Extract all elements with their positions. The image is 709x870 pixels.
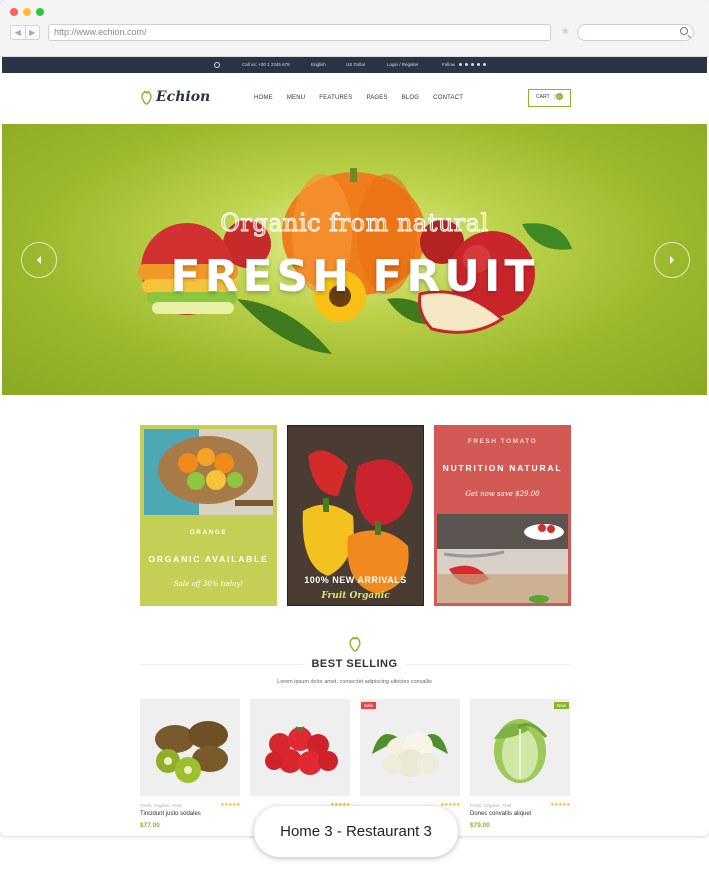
banner-small-text: FRESH TOMATO (467, 438, 538, 445)
banner-heading: NUTRITION NATURAL (442, 463, 563, 473)
banner-heading: ORGANIC AVAILABLE (148, 554, 269, 564)
product-card[interactable]: Sale ★★★★★ (360, 699, 460, 808)
promo-banner-tomato[interactable]: FRESH TOMATO NUTRITION NATURAL Get now s… (434, 425, 571, 606)
hero-slider: Organic from natural FRESH FRUIT (2, 124, 707, 395)
hero-title: FRESH FRUIT (170, 251, 539, 302)
banner-offer-text: Fruit Organic (321, 591, 390, 601)
sale-badge: Sale (361, 702, 377, 709)
strawberry-logo-icon (141, 90, 152, 105)
browser-search-input[interactable] (577, 24, 694, 41)
twitter-icon[interactable] (465, 63, 469, 66)
hero-next-button[interactable] (654, 242, 690, 278)
kiwi-image (155, 721, 228, 783)
best-selling-subtitle: Lorem ipsum dolor amet, consectet adipis… (277, 679, 432, 685)
logo-text: Echion (156, 89, 211, 105)
product-name[interactable]: Donec convallis aliquet (470, 811, 531, 817)
browser-nav-buttons: ◀ ▶ (10, 25, 40, 40)
search-icon (680, 27, 688, 35)
product-price: $77.00 (140, 822, 160, 829)
menu-item-menu[interactable]: MENU (287, 95, 305, 101)
rating-stars-icon: ★★★★★ (220, 802, 240, 808)
product-card[interactable]: ★★★★★ (250, 699, 350, 808)
demo-caption-label: Home 3 - Restaurant 3 (254, 806, 458, 857)
cart-count-badge: 0 (556, 93, 563, 100)
cauliflower-image (372, 732, 448, 777)
chevron-right-icon (670, 256, 674, 264)
minimize-window-button[interactable] (23, 8, 31, 16)
banner-offer-text: Get now save $29.00 (465, 490, 540, 498)
url-bar[interactable]: http://www.echion.com/ (48, 24, 551, 41)
top-info-bar: Call us: +00 1 2345 678 English US Dolla… (2, 57, 707, 73)
promo-banner-new-arrivals[interactable]: 100% NEW ARRIVALS Fruit Organic (287, 425, 424, 606)
chevron-left-icon (37, 256, 41, 264)
banner-heading: 100% NEW ARRIVALS (304, 575, 407, 585)
cart-button[interactable]: CART 🛒 0 (528, 89, 571, 107)
best-selling-title-text: BEST SELLING (303, 658, 406, 670)
product-image-kiwi[interactable] (140, 699, 240, 796)
hero-prev-button[interactable] (21, 242, 57, 278)
product-price: $79.00 (470, 822, 490, 829)
cart-label: CART (536, 94, 550, 100)
pinterest-icon[interactable] (477, 63, 481, 66)
main-menu: HOME MENU FEATURES PAGES BLOG CONTACT (254, 95, 463, 101)
instagram-icon[interactable] (483, 63, 487, 66)
follow-text: Follow (442, 62, 456, 67)
close-window-button[interactable] (10, 8, 18, 16)
bookmark-star-icon[interactable]: ★ (561, 26, 570, 37)
banner-small-text: ORANGE (189, 529, 228, 536)
hero-subtitle: Organic from natural (220, 209, 489, 238)
follow-label: Follow (442, 57, 487, 73)
site-logo[interactable]: Echion (140, 89, 210, 105)
menu-item-contact[interactable]: CONTACT (433, 95, 463, 101)
site-header: Echion HOME MENU FEATURES PAGES BLOG CON… (2, 73, 707, 124)
tomato-kitchen-image (437, 514, 568, 603)
forward-arrow-icon[interactable]: ▶ (24, 26, 40, 39)
product-card[interactable]: Fresh, Organic, Fruit ★★★★★ Tincidunt ju… (140, 699, 240, 829)
product-image-cauliflower[interactable]: Sale (360, 699, 460, 796)
browser-chrome: ◀ ▶ http://www.echion.com/ ★ (0, 0, 709, 57)
product-name[interactable]: Tincidunt justo sodales (140, 811, 201, 817)
product-image-cabbage[interactable]: New (470, 699, 570, 796)
orange-basket-image (144, 429, 273, 515)
currency-selector[interactable]: US Dollar (346, 57, 365, 73)
cabbage-image (494, 719, 548, 783)
search-icon[interactable] (214, 62, 220, 68)
new-badge: New (553, 702, 569, 709)
strawberry-image (265, 726, 338, 775)
login-register-link[interactable]: Login / Register (387, 57, 419, 73)
vimeo-icon[interactable] (471, 63, 475, 66)
strawberry-icon (349, 636, 361, 652)
rating-stars-icon: ★★★★★ (550, 802, 570, 808)
product-image-strawberry[interactable] (250, 699, 350, 796)
menu-item-features[interactable]: FEATURES (319, 95, 352, 101)
banner-offer-text: Sale off 30% today! (173, 580, 244, 588)
menu-item-blog[interactable]: BLOG (402, 95, 419, 101)
back-arrow-icon[interactable]: ◀ (11, 26, 25, 39)
product-category: Fresh, Organic, Fruit (140, 803, 182, 808)
menu-item-home[interactable]: HOME (254, 95, 273, 101)
promo-banner-orange[interactable]: ORANGE ORGANIC AVAILABLE Sale off 30% to… (140, 425, 277, 606)
rating-stars-icon: ★★★★★ (440, 802, 460, 808)
browser-window: ◀ ▶ http://www.echion.com/ ★ Call us: +0… (0, 0, 709, 836)
phone-text: Call us: +00 1 2345 678 (242, 62, 290, 67)
maximize-window-button[interactable] (36, 8, 44, 16)
menu-item-pages[interactable]: PAGES (366, 95, 387, 101)
product-card[interactable]: New Fresh, Organic, Fruit ★★★★★ Donec co… (470, 699, 570, 829)
language-selector[interactable]: English (311, 57, 326, 73)
best-selling-title: BEST SELLING (0, 658, 709, 670)
product-category: Fresh, Organic, Fruit (470, 803, 512, 808)
facebook-icon[interactable] (459, 63, 463, 66)
